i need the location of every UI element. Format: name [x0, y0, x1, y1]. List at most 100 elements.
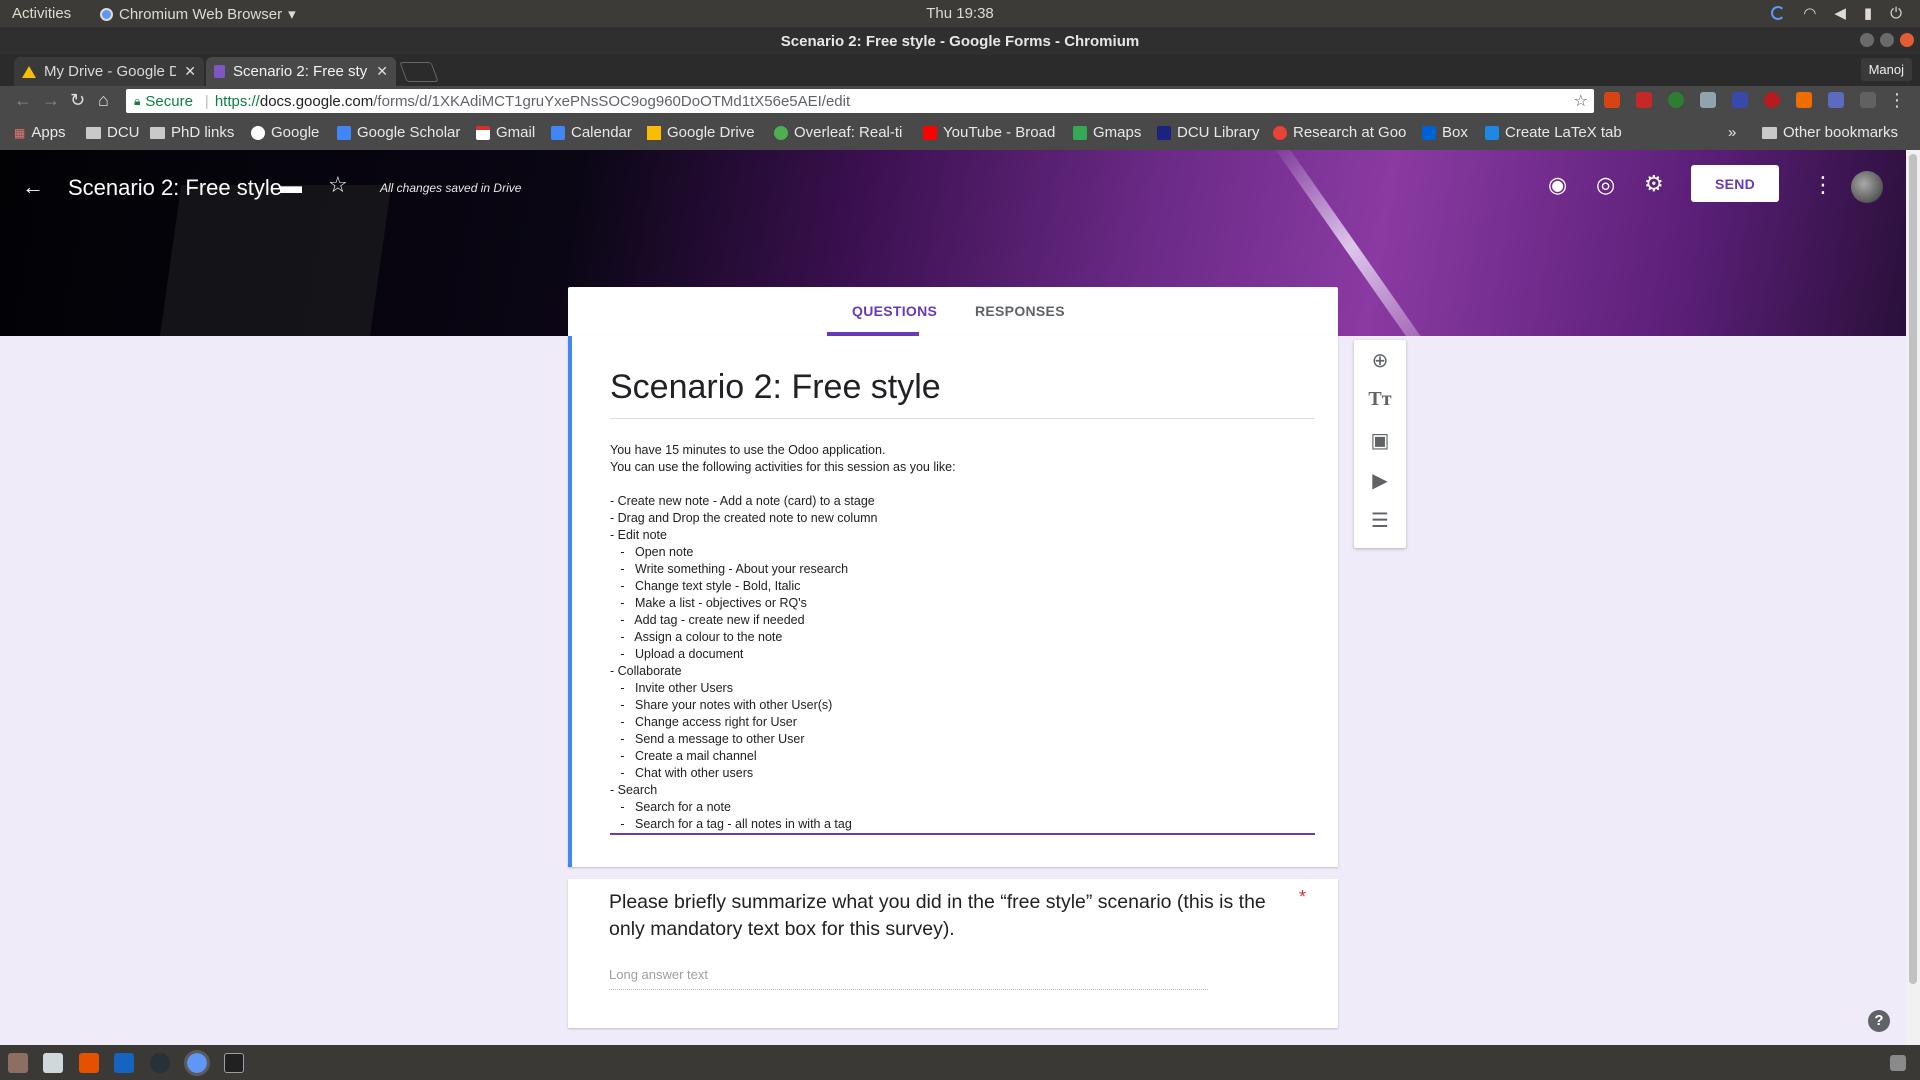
forward-arrow-icon[interactable]: → — [42, 90, 60, 111]
reload-icon[interactable]: ↻ — [70, 90, 85, 111]
maximize-window-icon[interactable] — [1880, 33, 1894, 47]
bookmarks-overflow-button[interactable]: » — [1728, 124, 1736, 141]
home-icon[interactable]: ⌂ — [98, 90, 109, 111]
tab-questions[interactable]: QUESTIONS — [852, 303, 937, 319]
bookmark-google-drive[interactable]: Google Drive — [647, 124, 755, 141]
tab-responses[interactable]: RESPONSES — [975, 303, 1065, 319]
bookmark-research-at-google[interactable]: Research at Goo — [1273, 124, 1406, 141]
form-title-card[interactable]: Scenario 2: Free style You have 15 minut… — [568, 336, 1338, 867]
window-controls[interactable] — [1860, 33, 1914, 47]
other-bookmarks[interactable]: Other bookmarks — [1762, 124, 1898, 141]
help-icon[interactable]: ? — [1868, 1010, 1890, 1032]
extension-icon[interactable] — [1700, 92, 1716, 108]
bookmark-gmaps[interactable]: Gmaps — [1073, 124, 1141, 141]
bookmark-apps[interactable]: ▦ Apps — [14, 124, 66, 141]
overleaf-icon — [774, 125, 788, 140]
extension-icon[interactable] — [1764, 92, 1780, 108]
page-scrollbar[interactable] — [1906, 150, 1920, 1045]
close-window-icon[interactable] — [1900, 33, 1914, 47]
preview-eye-icon[interactable]: ◎ — [1596, 172, 1615, 198]
minimize-window-icon[interactable] — [1860, 33, 1874, 47]
bookmark-google[interactable]: Google — [251, 124, 319, 141]
app-launcher-icon[interactable] — [114, 1053, 134, 1073]
youtube-icon — [923, 125, 937, 140]
extension-icon[interactable] — [1668, 92, 1684, 108]
question-card[interactable]: Please briefly summarize what you did in… — [568, 879, 1338, 1028]
bookmark-label: Overleaf: Real-ti — [794, 124, 903, 141]
new-tab-button[interactable] — [399, 62, 439, 82]
form-name[interactable]: Scenario 2: Free style — [68, 175, 282, 201]
tab-label: Scenario 2: Free sty — [233, 63, 368, 80]
account-avatar[interactable] — [1851, 171, 1883, 203]
extension-icon[interactable] — [1636, 92, 1652, 108]
bookmarks-bar: ▦ Apps DCU PhD links Google Google Schola… — [0, 116, 1920, 150]
libreoffice-app-icon[interactable] — [43, 1053, 63, 1073]
add-title-text-icon[interactable]: Tт — [1354, 388, 1406, 411]
bookmark-phd-links[interactable]: PhD links — [150, 124, 234, 141]
close-tab-icon[interactable]: ✕ — [376, 63, 388, 80]
bookmark-label: YouTube - Broad — [943, 124, 1056, 141]
bookmark-label: Google Scholar — [357, 124, 461, 141]
apps-grid-icon: ▦ — [14, 125, 26, 140]
profile-button[interactable]: Manoj — [1860, 58, 1912, 81]
extension-icon[interactable] — [1828, 92, 1844, 108]
folder-icon[interactable]: ▬ — [280, 173, 302, 199]
show-applications-icon[interactable] — [1890, 1055, 1906, 1071]
secure-label: Secure — [145, 92, 193, 110]
extension-icon[interactable] — [1860, 92, 1876, 108]
clock[interactable]: Thu 19:38 — [0, 5, 1920, 22]
back-arrow-icon[interactable]: ← — [22, 174, 44, 200]
bookmark-google-scholar[interactable]: Google Scholar — [337, 124, 460, 141]
address-bar[interactable]: 🔒︎ Secure | https:// docs.google.com /fo… — [126, 89, 1594, 113]
bookmark-label: Google — [271, 124, 320, 141]
extension-icon[interactable] — [1604, 92, 1620, 108]
bookmark-youtube[interactable]: YouTube - Broad — [923, 124, 1055, 141]
bookmark-star-icon[interactable]: ☆ — [1574, 91, 1588, 111]
calendar-icon — [551, 125, 565, 140]
bookmark-dcu-library[interactable]: DCU Library — [1157, 124, 1260, 141]
terminal-app-icon[interactable] — [224, 1053, 244, 1073]
files-app-icon[interactable] — [8, 1053, 28, 1073]
folder-icon — [1762, 126, 1777, 139]
window-title: Scenario 2: Free style - Google Forms - … — [780, 33, 1140, 50]
more-options-icon[interactable]: ⋮ — [1812, 172, 1834, 198]
add-image-icon[interactable]: ▣ — [1354, 428, 1406, 453]
settings-gear-icon[interactable]: ⚙ — [1644, 171, 1664, 197]
add-video-icon[interactable]: ▶ — [1354, 468, 1406, 493]
form-title[interactable]: Scenario 2: Free style — [610, 368, 941, 407]
app-launcher-icon[interactable] — [150, 1053, 170, 1073]
add-section-icon[interactable]: ☰ — [1354, 508, 1406, 533]
bookmark-create-latex-table[interactable]: Create LaTeX tab — [1485, 124, 1622, 141]
bookmark-dcu[interactable]: DCU — [86, 124, 140, 141]
scrollbar-thumb[interactable] — [1909, 154, 1917, 984]
translate-extension-icon[interactable] — [1732, 92, 1748, 108]
form-description[interactable]: You have 15 minutes to use the Odoo appl… — [610, 442, 956, 833]
send-button[interactable]: SEND — [1691, 165, 1779, 202]
system-top-panel: Activities Chromium Web Browser ▾ Thu 19… — [0, 0, 1920, 27]
back-arrow-icon[interactable]: ← — [14, 90, 32, 111]
drive-icon — [647, 125, 661, 140]
other-bookmarks-label: Other bookmarks — [1783, 124, 1899, 141]
question-title[interactable]: Please briefly summarize what you did in… — [609, 889, 1289, 943]
google-icon — [251, 125, 265, 140]
system-tray[interactable]: ◠ ◀ ▮ ⏻ — [1771, 4, 1902, 22]
desktop-dock — [0, 1045, 1920, 1080]
chromium-dock-icon[interactable] — [184, 1050, 210, 1076]
header-image-silhouette — [158, 185, 392, 336]
bookmark-box[interactable]: Box — [1422, 124, 1468, 141]
tab-my-drive[interactable]: My Drive - Google D ✕ — [14, 57, 204, 86]
add-question-icon[interactable]: ⊕ — [1354, 348, 1406, 373]
palette-icon[interactable]: ◉ — [1548, 172, 1567, 198]
star-icon[interactable]: ☆ — [328, 172, 348, 198]
bookmark-gmail[interactable]: Gmail — [476, 124, 535, 141]
tab-scenario-form[interactable]: Scenario 2: Free sty ✕ — [206, 57, 396, 86]
url-path: /forms/d/1XKAdiMCT1gruYxePNsSOC9og960DoO… — [373, 92, 851, 110]
bookmark-calendar[interactable]: Calendar — [551, 124, 632, 141]
long-answer-field: Long answer text — [609, 967, 1208, 990]
software-center-icon[interactable] — [79, 1053, 99, 1073]
extension-icon[interactable] — [1796, 92, 1812, 108]
browser-menu-icon[interactable]: ⋮ — [1888, 90, 1906, 111]
bookmark-overleaf[interactable]: Overleaf: Real-ti — [774, 124, 902, 141]
volume-icon: ◀ — [1834, 5, 1846, 22]
close-tab-icon[interactable]: ✕ — [184, 63, 196, 80]
